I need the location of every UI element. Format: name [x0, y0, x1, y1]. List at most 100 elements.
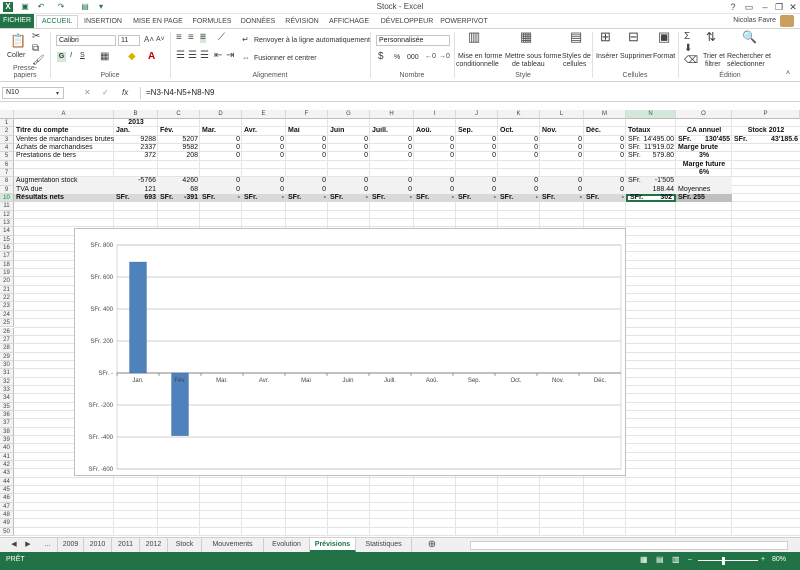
cell-G3[interactable]: 0 — [328, 136, 370, 144]
cell-B4[interactable]: 2337 — [114, 144, 158, 152]
cell-E4[interactable]: 0 — [242, 144, 286, 152]
cell-H3[interactable]: 0 — [370, 136, 414, 144]
cell-K10-currency[interactable]: SFr. — [498, 194, 518, 202]
cell-J3[interactable]: 0 — [456, 136, 498, 144]
column-header-h[interactable]: H — [370, 110, 414, 119]
row-header-17[interactable]: 17 — [0, 252, 14, 261]
cell-K4[interactable]: 0 — [498, 144, 540, 152]
tab-insert[interactable]: INSERTION — [82, 16, 124, 28]
cell-M3[interactable]: 0 — [584, 136, 626, 144]
increase-indent-icon[interactable]: ⇥ — [226, 51, 234, 61]
chart-area[interactable]: SFr. 800 SFr. 600 SFr. 400 SFr. 200 SFr. - SF… — [74, 228, 626, 476]
sheet-tab-evolution[interactable]: Evolution — [264, 538, 310, 552]
format-cells-button[interactable]: Format — [653, 53, 675, 60]
row-header-19[interactable]: 19 — [0, 269, 14, 278]
row-header-6[interactable]: 6 — [0, 160, 14, 170]
row-header-48[interactable]: 48 — [0, 510, 14, 520]
restore-button[interactable]: ❐ — [772, 1, 786, 13]
cell-L2[interactable]: Nov. — [540, 127, 584, 135]
column-header-g[interactable]: G — [328, 110, 370, 119]
tab-review[interactable]: RÉVISION — [284, 16, 320, 28]
cell-A9[interactable]: TVA due — [14, 186, 114, 194]
align-left-icon[interactable]: ☰ — [176, 51, 185, 61]
cell-I2[interactable]: Aoû. — [414, 127, 456, 135]
cell-L8[interactable]: 0 — [540, 177, 584, 185]
cell-D3[interactable]: 0 — [200, 136, 242, 144]
row-header-1[interactable]: 1 — [0, 119, 14, 128]
cell-M5[interactable]: 0 — [584, 152, 626, 160]
sheet-tab-2011[interactable]: 2011 — [112, 538, 140, 552]
cell-O4[interactable]: Marge brute — [676, 144, 732, 152]
insert-cells-button[interactable]: Insérer — [596, 53, 618, 60]
cell-F2[interactable]: Mai — [286, 127, 328, 135]
sort-filter-label2[interactable]: filtrer — [705, 61, 721, 68]
cell-K8[interactable]: 0 — [498, 177, 540, 185]
underline-button[interactable]: S — [80, 52, 85, 59]
cell-F4[interactable]: 0 — [286, 144, 328, 152]
cell-C5[interactable]: 208 — [158, 152, 200, 160]
cell-O3-value[interactable]: 130'455 — [690, 136, 732, 144]
cell-B9[interactable]: 121 — [114, 186, 158, 194]
row-header-8[interactable]: 8 — [0, 177, 14, 186]
cell-D2[interactable]: Mar. — [200, 127, 242, 135]
cell-O9[interactable]: Moyennes — [676, 186, 732, 194]
cell-J8[interactable]: 0 — [456, 177, 498, 185]
sheet-tab-previsions[interactable]: Prévisions — [310, 538, 356, 552]
format-table-label1[interactable]: Mettre sous forme — [505, 53, 561, 60]
cell-H10-value[interactable]: - — [390, 194, 414, 202]
tab-file[interactable]: FICHIER — [0, 14, 34, 28]
row-header-27[interactable]: 27 — [0, 335, 14, 345]
row-header-23[interactable]: 23 — [0, 302, 14, 311]
find-select-icon[interactable]: 🔍 — [742, 31, 757, 43]
column-header-n[interactable]: N — [626, 110, 676, 119]
fill-color-icon[interactable]: ◆ — [128, 52, 136, 62]
cell-G2[interactable]: Juin — [328, 127, 370, 135]
cut-icon[interactable]: ✂ — [32, 32, 40, 42]
row-header-9[interactable]: 9 — [0, 185, 14, 195]
row-header-41[interactable]: 41 — [0, 452, 14, 461]
bar-chart[interactable]: SFr. 800 SFr. 600 SFr. 400 SFr. 200 SFr. - SF… — [75, 229, 627, 477]
align-right-icon[interactable]: ☰ — [200, 51, 209, 61]
tab-page-layout[interactable]: MISE EN PAGE — [130, 16, 186, 28]
delete-cells-button[interactable]: Supprimer — [620, 53, 652, 60]
minimize-button[interactable]: – — [758, 1, 772, 13]
sheet-tab-statistiques[interactable]: Statistiques — [356, 538, 412, 552]
find-select-label2[interactable]: sélectionner — [727, 61, 765, 68]
conditional-format-label1[interactable]: Mise en forme — [458, 53, 502, 60]
row-header-39[interactable]: 39 — [0, 435, 14, 445]
cell-A4[interactable]: Achats de marchandises — [14, 144, 114, 152]
cell-C10-value[interactable]: -391 — [170, 194, 200, 202]
cell-B8[interactable]: -5766 — [114, 177, 158, 185]
cell-N9[interactable]: 188.44 — [626, 186, 676, 194]
cell-H2[interactable]: Juill. — [370, 127, 414, 135]
font-size-select[interactable]: 11 — [118, 35, 140, 46]
cell-K2[interactable]: Oct. — [498, 127, 540, 135]
row-header-43[interactable]: 43 — [0, 469, 14, 478]
cell-F10-currency[interactable]: SFr. — [286, 194, 306, 202]
sheet-tab-mouvements[interactable]: Mouvements — [202, 538, 264, 552]
cell-O10[interactable]: SFr. 255 — [676, 194, 732, 202]
cell-N5-value[interactable]: 579.80 — [638, 152, 676, 160]
cell-L9[interactable]: 0 — [540, 186, 584, 194]
user-name[interactable]: Nicolas Favre — [733, 17, 776, 24]
row-header-2[interactable]: 2 — [0, 127, 14, 136]
row-header-26[interactable]: 26 — [0, 327, 14, 336]
row-header-46[interactable]: 46 — [0, 494, 14, 503]
row-header-12[interactable]: 12 — [0, 210, 14, 220]
cell-F3[interactable]: 0 — [286, 136, 328, 144]
cancel-icon[interactable]: ✕ — [84, 88, 91, 98]
column-header-m[interactable]: M — [584, 110, 626, 119]
cell-J4[interactable]: 0 — [456, 144, 498, 152]
wrap-text-button[interactable]: Renvoyer à la ligne automatiquement — [254, 37, 370, 44]
cell-H4[interactable]: 0 — [370, 144, 414, 152]
number-format-select[interactable]: Personnalisée — [376, 35, 450, 46]
avatar[interactable] — [780, 15, 794, 27]
zoom-slider-thumb[interactable] — [722, 557, 725, 565]
cell-A3[interactable]: Ventes de marchandises brutes — [14, 136, 114, 144]
cell-J10-currency[interactable]: SFr. — [456, 194, 476, 202]
column-header-i[interactable]: I — [414, 110, 456, 119]
row-header-10[interactable]: 10 — [0, 194, 14, 203]
cell-I8[interactable]: 0 — [414, 177, 456, 185]
row-header-30[interactable]: 30 — [0, 360, 14, 370]
cell-N8-value[interactable]: -1'505 — [638, 177, 676, 185]
